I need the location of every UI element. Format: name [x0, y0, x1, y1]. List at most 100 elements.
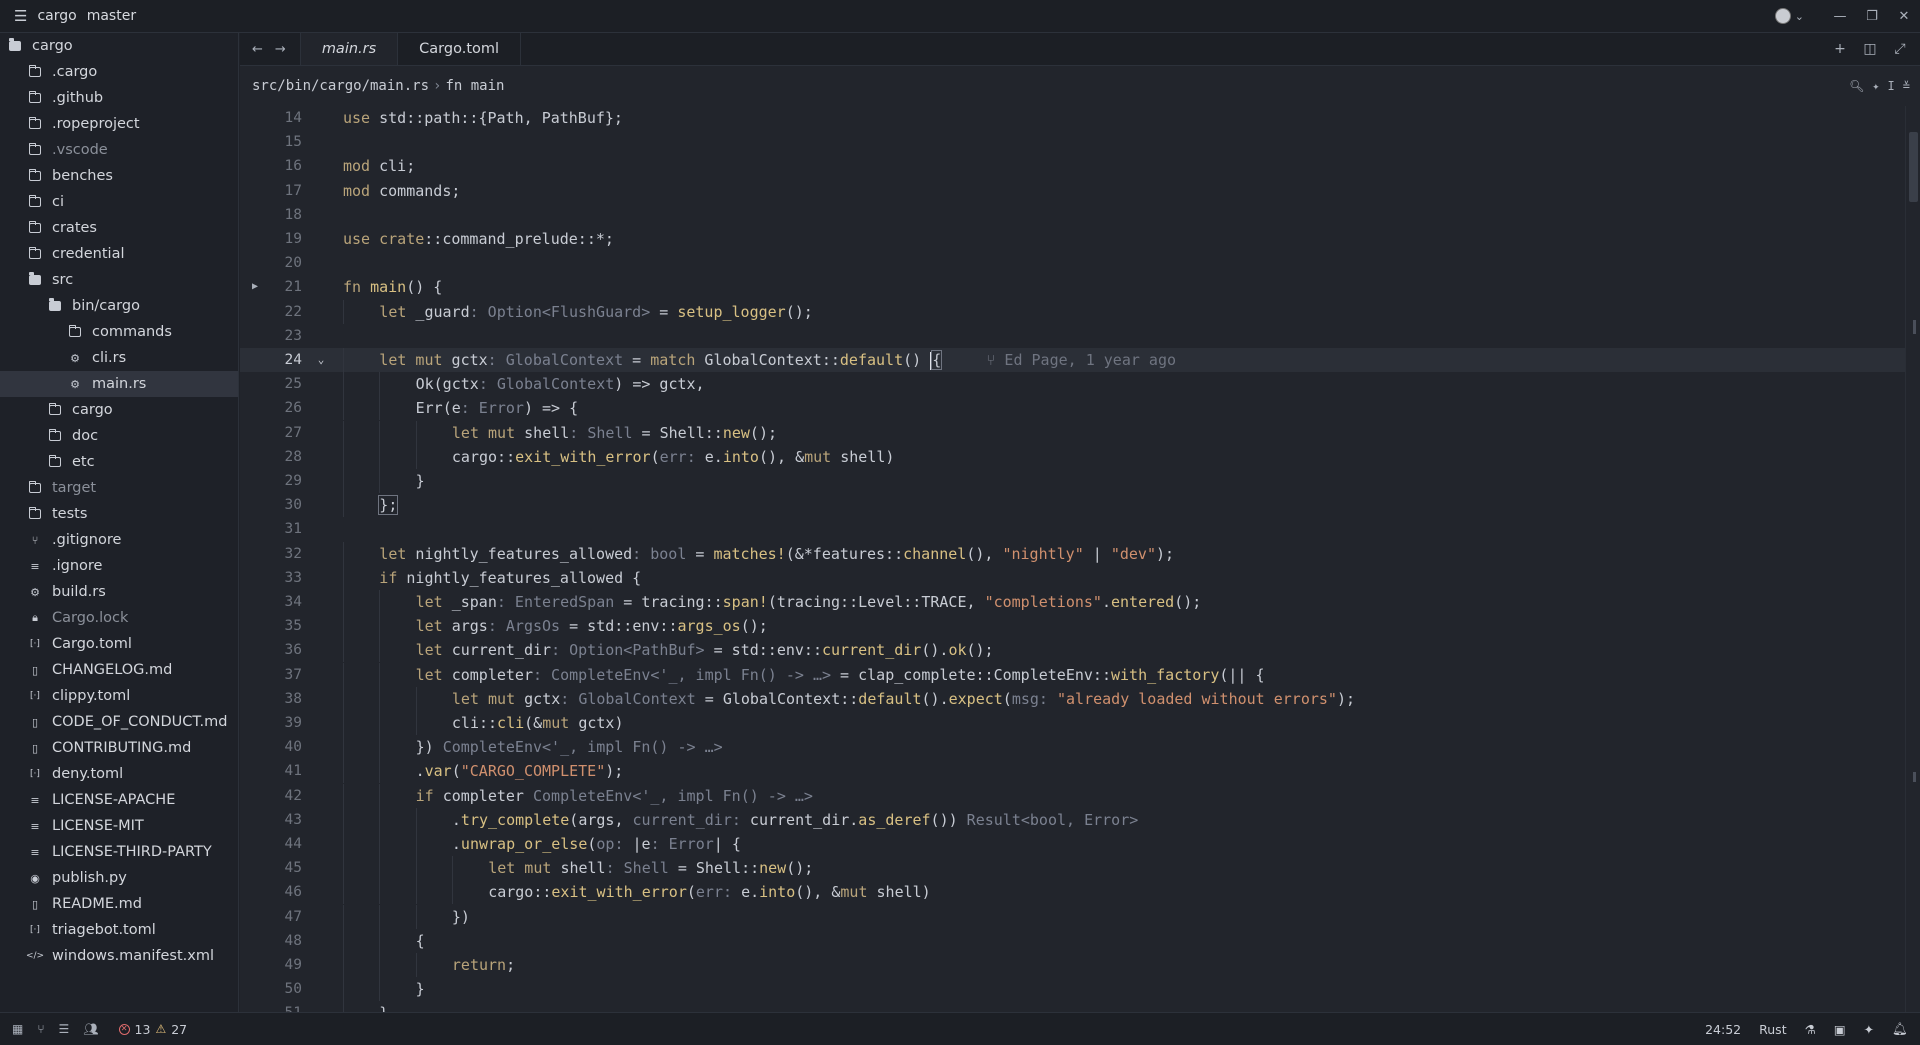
tab-cargo-toml[interactable]: Cargo.toml	[397, 33, 522, 65]
cursor-position[interactable]: 24:52	[1705, 1022, 1741, 1037]
tree-item[interactable]: [·] clippy.toml	[0, 683, 238, 709]
code-line[interactable]: 36 let current_dir: Option<PathBuf> = std…	[240, 638, 1905, 663]
code-line[interactable]: 25 Ok(gctx: GlobalContext) => gctx,	[240, 372, 1905, 397]
text-cursor-icon[interactable]: I	[1888, 79, 1895, 93]
tree-item[interactable]: etc	[0, 449, 238, 475]
code-line[interactable]: 16 mod cli;	[240, 154, 1905, 178]
code-line[interactable]: 28 cargo::exit_with_error(err: e.into(), …	[240, 444, 1905, 469]
code-line[interactable]: 43 .try_complete(args, current_dir: curre…	[240, 807, 1905, 832]
tree-item[interactable]: 🔒︎ Cargo.lock	[0, 605, 238, 631]
git-branch-icon[interactable]: ⑂	[37, 1022, 44, 1036]
code-line[interactable]: 14 use std::path::{Path, PathBuf};	[240, 106, 1905, 130]
tree-item[interactable]: .vscode	[0, 137, 238, 163]
tree-item[interactable]: ⚙ build.rs	[0, 579, 238, 605]
tree-item[interactable]: cargo	[0, 33, 238, 59]
tree-item[interactable]: ci	[0, 189, 238, 215]
inline-blame[interactable]: Ed Page, 1 year ago	[1004, 351, 1176, 369]
code-line[interactable]: 23	[240, 324, 1905, 348]
code-line[interactable]: ▶ 21 fn main() {	[240, 275, 1905, 299]
code-line[interactable]: 24 ⌄ let mut gctx: GlobalContext = match G…	[240, 348, 1905, 372]
tree-item[interactable]: benches	[0, 163, 238, 189]
hamburger-menu-icon[interactable]: ☰	[14, 7, 27, 25]
code-line[interactable]: 20	[240, 251, 1905, 275]
restore-button[interactable]: ❐	[1856, 0, 1888, 33]
code-line[interactable]: 38 let mut gctx: GlobalContext = GlobalCo…	[240, 686, 1905, 711]
language-selector[interactable]: Rust	[1759, 1022, 1786, 1037]
tree-item[interactable]: [·] deny.toml	[0, 761, 238, 787]
scroll-thumb[interactable]	[1909, 132, 1918, 202]
tree-item[interactable]: target	[0, 475, 238, 501]
code-line[interactable]: 31	[240, 517, 1905, 541]
tree-item[interactable]: commands	[0, 319, 238, 345]
code-line[interactable]: 47})	[240, 904, 1905, 929]
back-arrow-icon[interactable]: ←	[252, 42, 263, 57]
tree-item[interactable]: doc	[0, 423, 238, 449]
tree-item[interactable]: bin/cargo	[0, 293, 238, 319]
outline-icon[interactable]: ☰	[59, 1022, 70, 1036]
tree-item[interactable]: ⚙ cli.rs	[0, 345, 238, 371]
tab-main-rs[interactable]: main.rs	[299, 33, 398, 65]
feedback-icon[interactable]: ▣	[1834, 1022, 1846, 1037]
inline-assist-icon[interactable]: ✦	[1872, 79, 1879, 93]
tree-item[interactable]: tests	[0, 501, 238, 527]
project-panel-icon[interactable]: ▦	[12, 1022, 23, 1036]
tree-item[interactable]: ⑂ .gitignore	[0, 527, 238, 553]
code-line[interactable]: 32 let nightly_features_allowed: bool = m…	[240, 541, 1905, 566]
code-line[interactable]: 19 use crate::command_prelude::*;	[240, 227, 1905, 251]
tree-item[interactable]: cargo	[0, 397, 238, 423]
tree-item[interactable]: ▯ CODE_OF_CONDUCT.md	[0, 709, 238, 735]
tree-item[interactable]: ▯ CHANGELOG.md	[0, 657, 238, 683]
tree-item[interactable]: ≡ LICENSE-APACHE	[0, 787, 238, 813]
code-line[interactable]: 18	[240, 203, 1905, 227]
code-line[interactable]: 48 {	[240, 928, 1905, 953]
code-line[interactable]: 17 mod commands;	[240, 179, 1905, 203]
code-line[interactable]: 40}) CompleteEnv<'_, impl Fn() -> …>	[240, 735, 1905, 760]
branch-name[interactable]: master	[87, 8, 136, 24]
code-line[interactable]: 15	[240, 130, 1905, 154]
search-icon[interactable]: 🔍︎	[1849, 79, 1864, 93]
code-editor[interactable]: 14 use std::path::{Path, PathBuf}; 15 16 mod…	[240, 106, 1905, 1012]
tree-item[interactable]: [·] triagebot.toml	[0, 917, 238, 943]
code-line[interactable]: 41 .var("CARGO_COMPLETE");	[240, 759, 1905, 784]
run-icon[interactable]: ▶	[248, 275, 262, 299]
code-line[interactable]: 45 let mut shell: Shell = Shell::new();	[240, 856, 1905, 881]
minimize-button[interactable]: —	[1824, 0, 1856, 33]
code-line[interactable]: 35 let args: ArgsOs = std::env::args_os()…	[240, 614, 1905, 639]
tree-item[interactable]: ≡ LICENSE-MIT	[0, 813, 238, 839]
diagnostics-button[interactable]: ✕ 13 ⚠ 27	[118, 1022, 187, 1037]
breadcrumb-symbol[interactable]: fn main	[445, 78, 504, 94]
tree-item[interactable]: ≡ .ignore	[0, 553, 238, 579]
new-tab-icon[interactable]: +	[1830, 41, 1850, 57]
code-line[interactable]: 27 let mut shell: Shell = Shell::new();	[240, 420, 1905, 445]
code-line[interactable]: 33 if nightly_features_allowed {	[240, 565, 1905, 590]
tree-item[interactable]: crates	[0, 215, 238, 241]
tree-item[interactable]: .github	[0, 85, 238, 111]
code-line[interactable]: 42 if completer CompleteEnv<'_, impl Fn()…	[240, 783, 1905, 808]
assistant-icon[interactable]: ✦	[1864, 1022, 1874, 1037]
editor-scrollbar[interactable]	[1905, 106, 1920, 1012]
tree-item[interactable]: [·] Cargo.toml	[0, 631, 238, 657]
close-window-button[interactable]: ✕	[1888, 0, 1920, 33]
editor-settings-icon[interactable]: ≚	[1903, 79, 1910, 93]
tree-item[interactable]: ≡ LICENSE-THIRD-PARTY	[0, 839, 238, 865]
tree-item[interactable]: .ropeproject	[0, 111, 238, 137]
project-name[interactable]: cargo	[37, 8, 76, 24]
code-line[interactable]: 37 let completer: CompleteEnv<'_, impl Fn…	[240, 662, 1905, 687]
code-line[interactable]: 30};	[240, 493, 1905, 518]
copilot-icon[interactable]: ⚗	[1805, 1022, 1816, 1037]
breadcrumb-path[interactable]: src/bin/cargo/main.rs	[252, 78, 429, 94]
maximize-pane-icon[interactable]: ⤢	[1890, 41, 1910, 57]
code-line[interactable]: 51}	[240, 1001, 1905, 1012]
tree-item[interactable]: ▯ README.md	[0, 891, 238, 917]
code-line[interactable]: 46 cargo::exit_with_error(err: e.into(), …	[240, 880, 1905, 905]
tree-item[interactable]: </> windows.manifest.xml	[0, 943, 238, 969]
tree-item[interactable]: ◉ publish.py	[0, 865, 238, 891]
tree-item[interactable]: src	[0, 267, 238, 293]
tree-item[interactable]: credential	[0, 241, 238, 267]
code-line[interactable]: 29}	[240, 469, 1905, 493]
user-menu-button[interactable]: ⌄	[1774, 8, 1804, 24]
code-line[interactable]: 44 .unwrap_or_else(op: |e: Error| {	[240, 832, 1905, 856]
code-line[interactable]: 22 let _guard: Option<FlushGuard> = setup…	[240, 299, 1905, 324]
code-line[interactable]: 26 Err(e: Error) => {	[240, 396, 1905, 421]
code-line[interactable]: 34 let _span: EnteredSpan = tracing::span…	[240, 590, 1905, 614]
